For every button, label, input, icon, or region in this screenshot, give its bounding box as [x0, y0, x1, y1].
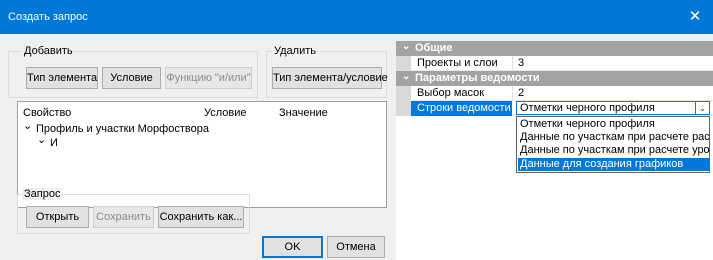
dropdown-option[interactable]: Отметки черного профиля — [518, 118, 710, 131]
column-separator — [512, 56, 513, 71]
tree-node-and[interactable]: ⌄ И — [36, 133, 76, 150]
add-group-label: Добавить — [22, 45, 75, 57]
expand-icon[interactable]: ⌄ — [402, 71, 410, 82]
dropdown-option[interactable]: Данные по участкам при расчете уровня — [518, 144, 710, 157]
dropdown-option[interactable]: Данные по участкам при расчете расхода — [518, 131, 710, 144]
remove-element-condition-button[interactable]: Тип элемента/условие — [272, 67, 388, 89]
category-general[interactable]: ⌄ Общие — [396, 41, 713, 56]
save-as-button[interactable]: Сохранить как... — [158, 206, 244, 228]
column-header-value[interactable]: Значение — [279, 107, 328, 119]
report-lines-dropdown[interactable]: Отметки черного профиля Данные по участк… — [516, 116, 710, 173]
close-icon[interactable]: ✕ — [677, 0, 713, 34]
property-value[interactable]: 2 — [518, 87, 524, 99]
property-row-report-lines[interactable]: Строки ведомости Отметки черного профиля… — [396, 101, 713, 173]
property-name: Проекты и слои — [417, 57, 498, 69]
category-label: Параметры ведомости — [415, 72, 540, 84]
row-gutter — [396, 56, 411, 71]
property-row-projects[interactable]: Проекты и слои 3 — [396, 56, 713, 71]
category-report-params[interactable]: ⌄ Параметры ведомости — [396, 71, 713, 86]
property-name: Строки ведомости — [417, 102, 511, 114]
open-button[interactable]: Открыть — [26, 206, 89, 228]
query-tree[interactable]: Свойство Условие Значение ⌄ Профиль и уч… — [17, 101, 387, 208]
remove-group-label: Удалить — [272, 45, 318, 57]
tree-node-label: Профиль и участки Морфоствора — [36, 123, 209, 135]
dropdown-option-selected[interactable]: Данные для создания графиков — [518, 158, 710, 171]
row-gutter — [396, 86, 411, 101]
tree-node-label: И — [50, 137, 58, 149]
column-separator — [512, 86, 513, 101]
title-bar: Создать запрос ✕ — [0, 0, 713, 34]
property-value[interactable]: 3 — [518, 57, 524, 69]
chevron-down-icon[interactable]: ⌄ — [695, 102, 709, 114]
combobox-value: Отметки черного профиля — [520, 102, 655, 114]
add-element-type-button[interactable]: Тип элемента — [26, 67, 98, 89]
property-grid[interactable]: ⌄ Общие Проекты и слои 3 ⌄ Параметры вед… — [396, 41, 713, 260]
expand-icon[interactable]: ⌄ — [402, 41, 410, 52]
add-function-button[interactable]: Функцию "и/или" — [165, 67, 252, 89]
tree-node-profile[interactable]: ⌄ Профиль и участки Морфоствора — [22, 119, 209, 136]
dialog-body: Добавить Тип элемента Условие Функцию "и… — [0, 34, 713, 260]
save-button[interactable]: Сохранить — [93, 206, 154, 228]
chevron-down-icon[interactable]: ⌄ — [23, 119, 32, 132]
report-lines-combobox[interactable]: Отметки черного профиля ⌄ — [516, 101, 710, 115]
property-row-masks[interactable]: Выбор масок 2 — [396, 86, 713, 101]
query-group-label: Запрос — [22, 188, 63, 200]
column-header-property[interactable]: Свойство — [23, 107, 71, 119]
row-gutter — [396, 101, 411, 116]
property-name: Выбор масок — [417, 87, 485, 99]
window-title: Создать запрос — [8, 11, 88, 23]
ok-button[interactable]: OK — [262, 236, 323, 258]
category-label: Общие — [415, 42, 453, 54]
column-header-condition[interactable]: Условие — [204, 107, 247, 119]
chevron-down-icon[interactable]: ⌄ — [37, 133, 46, 146]
add-condition-button[interactable]: Условие — [102, 67, 161, 89]
cancel-button[interactable]: Отмена — [327, 236, 385, 258]
